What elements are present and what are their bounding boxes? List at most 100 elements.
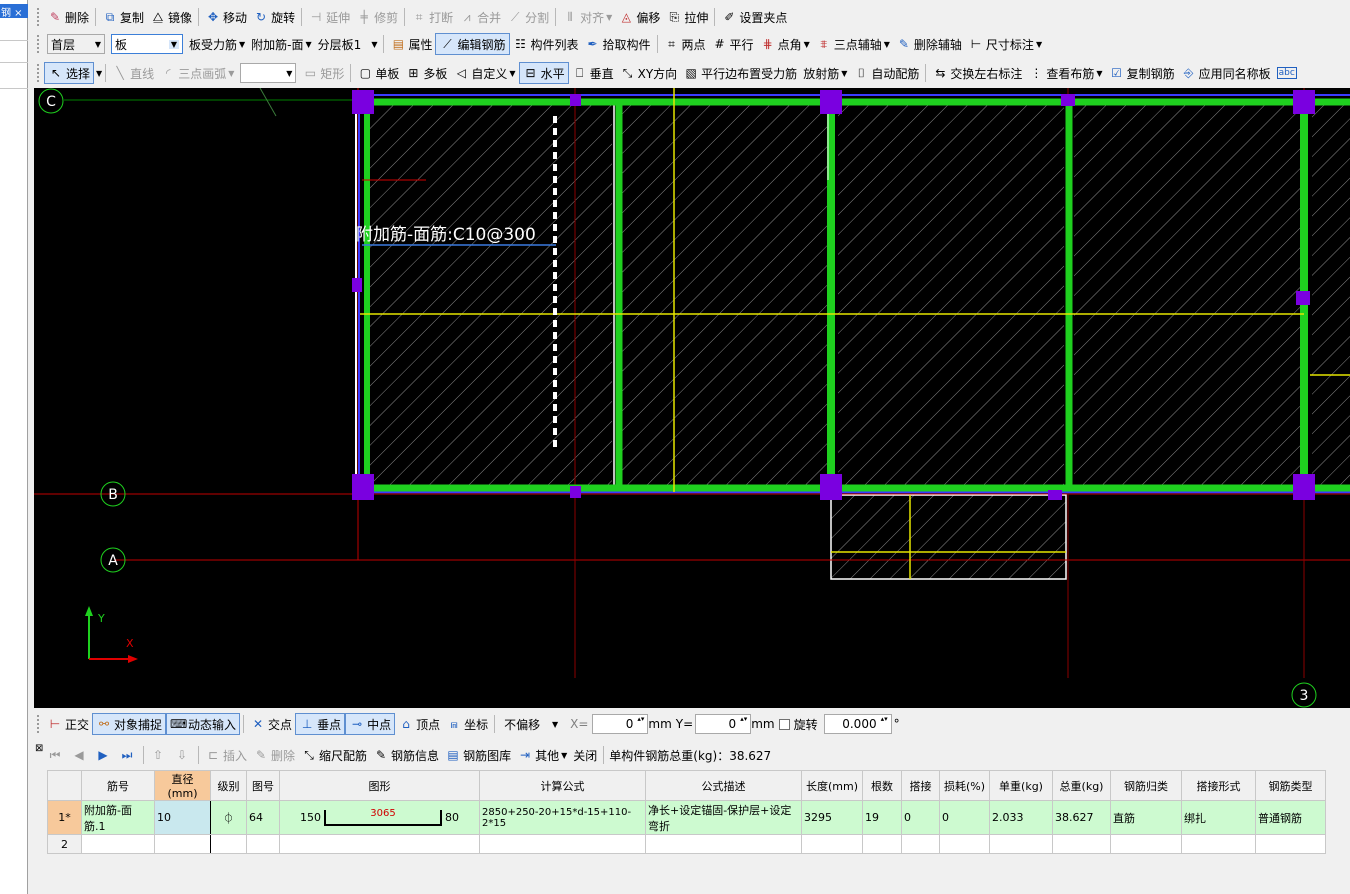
column[interactable]	[1293, 474, 1315, 500]
dimension-button[interactable]: ⊢ 尺寸标注 ▼	[965, 33, 1045, 55]
column[interactable]	[570, 94, 581, 106]
edit-rebar-button[interactable]: ⟋ 编辑钢筋	[435, 33, 510, 55]
slab-panel[interactable]	[838, 100, 1064, 488]
coordinate-snap[interactable]: ⩎ 坐标	[443, 713, 491, 735]
other-menu-button[interactable]: ⇥ 其他 ▼	[514, 744, 570, 766]
count-cell[interactable]: 19	[862, 800, 902, 835]
delete-axis-button[interactable]: ✎ 删除辅轴	[893, 33, 965, 55]
slab-panel[interactable]	[622, 100, 828, 488]
column[interactable]	[1293, 90, 1315, 114]
diameter-cell[interactable]: 10	[154, 800, 211, 835]
radial-button[interactable]: 放射筋 ▼	[800, 62, 850, 84]
arc-button[interactable]: ◜ 三点画弧 ▼	[157, 62, 237, 84]
dynamic-input-toggle[interactable]: ⌨ 动态输入	[166, 713, 241, 735]
table-row[interactable]: 1* 附加筋-面筋.1 10 ⏀ 64 150 3065 80 2850+250…	[47, 800, 1326, 835]
column[interactable]	[352, 90, 374, 114]
parallel-button[interactable]: # 平行	[709, 33, 757, 55]
insert-row-button[interactable]: ⊏ 插入	[202, 744, 250, 766]
extend-button[interactable]: ⊣ 延伸	[305, 6, 353, 28]
slab-panel[interactable]	[1312, 100, 1350, 488]
multi-slab-button[interactable]: ⊞ 多板	[402, 62, 450, 84]
first-record-button[interactable]: ⏮	[44, 744, 68, 766]
parallel-edge-button[interactable]: ▧ 平行边布置受力筋	[680, 62, 800, 84]
component-type-select[interactable]: 板 ▼	[111, 34, 183, 54]
row-number[interactable]: 2	[47, 834, 82, 854]
delete-row-button[interactable]: ✎ 删除	[250, 744, 298, 766]
vertex-snap[interactable]: ⌂ 顶点	[395, 713, 443, 735]
y-offset-input[interactable]: 0	[695, 714, 752, 734]
three-point-axis-button[interactable]: ⩨ 三点辅轴 ▼	[813, 33, 893, 55]
column-header[interactable]: 直径(mm)	[154, 770, 211, 801]
break-button[interactable]: ⌗ 打断	[408, 6, 456, 28]
loss-cell[interactable]: 0	[939, 800, 990, 835]
two-points-button[interactable]: ⌗ 两点	[661, 33, 709, 55]
figure-no-cell[interactable]: 64	[246, 800, 280, 835]
rotate-checkbox[interactable]	[778, 718, 790, 730]
rebar-library-button[interactable]: ▤ 钢筋图库	[442, 744, 514, 766]
point-angle-button[interactable]: ⋕ 点角 ▼	[757, 33, 813, 55]
next-record-button[interactable]: ▶	[92, 744, 116, 766]
lap-cell[interactable]: 0	[901, 800, 940, 835]
copy-button[interactable]: ⧉ 复制	[99, 6, 147, 28]
arc-mode-select[interactable]: ▼	[240, 63, 297, 83]
move-button[interactable]: ✥ 移动	[202, 6, 250, 28]
drawing-canvas[interactable]: 附加筋-面筋:C10@300 C B A 3 Y X	[34, 88, 1350, 708]
properties-button[interactable]: ▤ 属性	[387, 33, 435, 55]
trim-button[interactable]: ╪ 修剪	[353, 6, 401, 28]
rect-button[interactable]: ▭ 矩形	[299, 62, 347, 84]
column[interactable]	[820, 474, 842, 500]
split-button[interactable]: ⟋ 分割	[504, 6, 552, 28]
abc-button[interactable]: abc	[1274, 62, 1300, 84]
column-header[interactable]: 根数	[862, 770, 902, 801]
rebar-type-cell[interactable]: 普通钢筋	[1255, 800, 1326, 835]
shape-cell[interactable]: 150 3065 80	[279, 800, 480, 835]
floor-select[interactable]: 首层 ▼	[47, 34, 105, 54]
slab-panel[interactable]	[1074, 100, 1300, 488]
panel-close-icon[interactable]: ⊠	[35, 743, 43, 754]
rebar-name-select[interactable]: 附加筋-面 ▼	[248, 33, 315, 55]
swap-labels-button[interactable]: ⇆ 交换左右标注	[929, 62, 1025, 84]
layer-select[interactable]: 分层板1 ▼	[315, 33, 381, 55]
column[interactable]	[352, 474, 374, 500]
line-button[interactable]: ╲ 直线	[109, 62, 157, 84]
rotate-button[interactable]: ↻ 旋转	[250, 6, 298, 28]
column-header[interactable]: 单重(kg)	[989, 770, 1053, 801]
column[interactable]	[1048, 490, 1062, 500]
rotate-angle-input[interactable]: 0.000	[823, 714, 892, 734]
midpoint-snap[interactable]: ⊸ 中点	[345, 713, 396, 735]
column-header[interactable]: 搭接形式	[1181, 770, 1256, 801]
component-list-button[interactable]: ☷ 构件列表	[510, 33, 582, 55]
column-header[interactable]: 钢筋类型	[1255, 770, 1326, 801]
copy-rebar-button[interactable]: ☑ 复制钢筋	[1106, 62, 1178, 84]
rebar-name-cell[interactable]: 附加筋-面筋.1	[81, 800, 155, 835]
column-header[interactable]: 图形	[279, 770, 480, 801]
lap-type-cell[interactable]: 绑扎	[1181, 800, 1256, 835]
grade-cell[interactable]: ⏀	[210, 800, 247, 835]
formula-cell[interactable]: 2850+250-20+15*d-15+110-2*15	[479, 800, 646, 835]
mirror-button[interactable]: ⧋ 镜像	[147, 6, 195, 28]
horizontal-button[interactable]: ⊟ 水平	[518, 62, 569, 84]
auto-rebar-button[interactable]: ⌷ 自动配筋	[850, 62, 922, 84]
column-header[interactable]: 级别	[210, 770, 247, 801]
offset-mode-select[interactable]: 不偏移 ▼	[501, 714, 562, 734]
snap-toggle[interactable]: ⚯ 对象捕捉	[92, 713, 167, 735]
vertical-button[interactable]: ⎕ 垂直	[569, 62, 617, 84]
offset-button[interactable]: ◬ 偏移	[615, 6, 663, 28]
pick-component-button[interactable]: ✒ 拾取构件	[582, 33, 654, 55]
total-weight-cell[interactable]: 38.627	[1052, 800, 1111, 835]
column[interactable]	[352, 278, 362, 292]
align-button[interactable]: ⫴ 对齐 ▼	[559, 6, 615, 28]
rebar-info-button[interactable]: ✎ 钢筋信息	[370, 744, 442, 766]
slab-panel-lower[interactable]	[830, 494, 1067, 580]
column-header[interactable]: 长度(mm)	[801, 770, 863, 801]
column-header[interactable]: 计算公式	[479, 770, 646, 801]
row-number[interactable]: 1*	[47, 800, 82, 835]
column-header[interactable]: 损耗(%)	[939, 770, 990, 801]
stretch-button[interactable]: ⎘ 拉伸	[663, 6, 711, 28]
column-header[interactable]: 搭接	[901, 770, 940, 801]
column[interactable]	[820, 90, 842, 114]
column-header[interactable]: 公式描述	[645, 770, 802, 801]
intersection-snap[interactable]: ✕ 交点	[247, 713, 295, 735]
column-header[interactable]: 总重(kg)	[1052, 770, 1111, 801]
xy-direction-button[interactable]: ⤡ XY方向	[617, 62, 681, 84]
